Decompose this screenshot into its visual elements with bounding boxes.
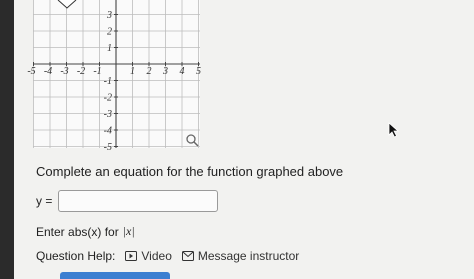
video-link-label: Video <box>141 249 172 263</box>
x-tick-label: -1 <box>93 66 101 77</box>
mouse-cursor-icon <box>388 122 400 143</box>
hint-math: |x| <box>122 224 135 238</box>
answer-label: y = <box>36 194 53 208</box>
x-tick-label: 1 <box>130 66 135 77</box>
message-instructor-link[interactable]: Message instructor <box>181 249 300 263</box>
x-tick-label: -2 <box>77 66 85 77</box>
x-tick-label: 3 <box>162 66 168 77</box>
y-tick-label: 2 <box>107 27 112 38</box>
video-link[interactable]: Video <box>125 249 172 263</box>
x-tick-label: 5 <box>196 66 201 77</box>
help-label: Question Help: <box>36 249 116 263</box>
x-tick-label: -5 <box>27 66 35 77</box>
function-graph: -5 -4 -3 -2 -1 1 2 3 4 5 3 2 1 -1 -2 -3 -4 -5 <box>0 0 474 153</box>
y-tick-label: -5 <box>104 142 112 150</box>
input-hint: Enter abs(x) for |x| <box>36 224 135 239</box>
question-prompt: Complete an equation for the function gr… <box>36 164 344 179</box>
y-tick-label: -1 <box>104 76 112 87</box>
x-tick-label: 4 <box>180 66 185 77</box>
x-tick-label: -3 <box>60 66 68 77</box>
play-icon <box>125 251 138 261</box>
hint-text: Enter abs(x) for <box>36 224 119 239</box>
y-tick-label: -2 <box>104 93 112 104</box>
question-help: Question Help: Video Message instructor <box>36 249 299 263</box>
message-link-label: Message instructor <box>197 249 300 263</box>
envelope-icon <box>181 251 194 261</box>
graph-canvas: -5 -4 -3 -2 -1 1 2 3 4 5 321-1-2-3-4-5 <box>27 0 201 153</box>
y-tick-label: -3 <box>104 109 112 120</box>
answer-row: y = <box>36 188 219 214</box>
submit-button-edge[interactable] <box>60 272 170 279</box>
y-tick-label: -4 <box>104 126 112 137</box>
x-tick-label: 2 <box>147 66 152 77</box>
y-tick-label: 3 <box>106 10 112 21</box>
answer-input[interactable] <box>58 190 219 212</box>
y-tick-label: 1 <box>107 43 112 54</box>
x-tick-label: -4 <box>44 66 52 77</box>
